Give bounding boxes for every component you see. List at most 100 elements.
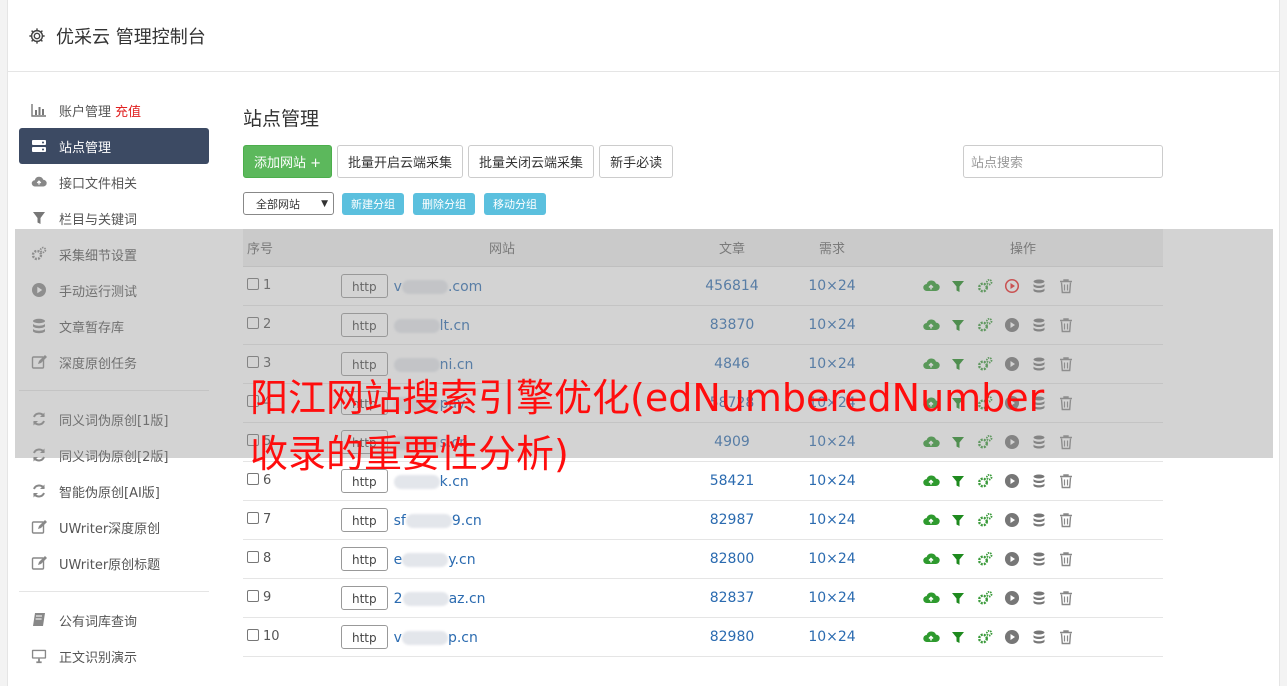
cloud-upload-icon[interactable]	[922, 628, 940, 646]
http-protocol-button[interactable]: http	[341, 585, 388, 610]
table-row: 8 http e y.cn 82800 10×24	[243, 539, 1163, 579]
http-protocol-button[interactable]: http	[341, 546, 388, 571]
http-protocol-button[interactable]: http	[341, 624, 388, 649]
sidebar-item-label: 站点管理	[59, 140, 112, 156]
delete-group-button[interactable]: 删除分组	[413, 192, 475, 215]
database-icon[interactable]	[1030, 628, 1048, 646]
sidebar-item-label: 接口文件相关	[59, 176, 138, 192]
sidebar-item-label: 正文识别演示	[59, 650, 138, 666]
row-number: 8	[263, 551, 272, 566]
redacted-blur	[402, 591, 449, 606]
row-checkbox[interactable]	[247, 590, 259, 602]
row-number-cell: 9	[243, 578, 321, 618]
edit-icon	[31, 555, 47, 571]
demand-value[interactable]: 10×24	[781, 578, 883, 618]
row-checkbox[interactable]	[247, 629, 259, 641]
redacted-blur	[401, 630, 448, 645]
cloud-upload-icon[interactable]	[922, 589, 940, 607]
sidebar-item[interactable]: 账户管理 充值	[19, 92, 209, 128]
row-number: 9	[263, 590, 272, 605]
row-number: 7	[263, 512, 272, 527]
sidebar-item[interactable]: UWriter深度原创	[19, 509, 209, 545]
article-count[interactable]: 82800	[683, 539, 781, 579]
overlay-headline: 阳江网站搜索引擎优化(edNumberedNumber收录的重要性分析)	[250, 376, 1045, 476]
sidebar-item-label: UWriter深度原创	[59, 521, 161, 537]
operations-cell	[883, 578, 1163, 618]
add-site-button[interactable]: 添加网站 +	[243, 145, 333, 178]
database-icon[interactable]	[1030, 589, 1048, 607]
site-cell: http 2 az.cn	[321, 578, 683, 618]
batch-close-button[interactable]: 批量关闭云端采集	[468, 145, 595, 178]
move-group-button[interactable]: 移动分组	[484, 192, 546, 215]
database-icon[interactable]	[1030, 550, 1048, 568]
table-row: 10 http v p.cn 82980 10×24	[243, 617, 1163, 657]
new-group-button[interactable]: 新建分组	[342, 192, 404, 215]
chevron-down-icon: ▼	[321, 198, 328, 209]
site-domain-link[interactable]: 2 az.cn	[394, 591, 486, 607]
recharge-link[interactable]: 充值	[115, 101, 141, 120]
monitor-icon	[31, 648, 47, 664]
newbie-guide-button[interactable]: 新手必读	[599, 145, 674, 178]
row-checkbox[interactable]	[247, 512, 259, 524]
article-count[interactable]: 82987	[683, 500, 781, 540]
cloud-upload-icon	[31, 174, 47, 190]
row-checkbox[interactable]	[247, 551, 259, 563]
trash-icon[interactable]	[1057, 550, 1075, 568]
cogs-icon[interactable]	[976, 550, 994, 568]
server-icon	[31, 138, 47, 154]
group-toolbar: 全部网站 ▼ 新建分组 删除分组 移动分组	[243, 192, 1168, 215]
cogs-icon[interactable]	[976, 628, 994, 646]
sidebar-item[interactable]: UWriter原创标题	[19, 545, 209, 581]
cogs-icon[interactable]	[976, 589, 994, 607]
play-circle-icon[interactable]	[1003, 628, 1021, 646]
site-domain-prefix: sf	[393, 512, 406, 529]
database-icon[interactable]	[1030, 511, 1048, 529]
trash-icon[interactable]	[1057, 511, 1075, 529]
operations-cell	[883, 617, 1163, 657]
table-row: 9 http 2 az.cn 82837 10×24	[243, 578, 1163, 618]
site-domain-suffix: 9.cn	[451, 512, 482, 529]
operations-cell	[883, 500, 1163, 540]
article-count[interactable]: 82980	[683, 617, 781, 657]
demand-value[interactable]: 10×24	[781, 617, 883, 657]
group-select[interactable]: 全部网站 ▼	[243, 192, 334, 215]
cloud-upload-icon[interactable]	[922, 511, 940, 529]
bar-chart-icon	[31, 102, 47, 118]
filter-icon[interactable]	[949, 628, 967, 646]
article-count[interactable]: 82837	[683, 578, 781, 618]
demand-value[interactable]: 10×24	[781, 539, 883, 579]
cogs-icon[interactable]	[976, 511, 994, 529]
toolbar: 添加网站 + 批量开启云端采集 批量关闭云端采集 新手必读 站点搜索	[243, 145, 1168, 178]
cloud-upload-icon[interactable]	[922, 550, 940, 568]
sidebar-item[interactable]: 正文识别演示	[19, 638, 209, 674]
site-domain-link[interactable]: v p.cn	[394, 630, 478, 646]
sidebar-item[interactable]: 接口文件相关	[19, 164, 209, 200]
sidebar-item-label: 账户管理	[59, 104, 112, 120]
play-circle-icon[interactable]	[1003, 550, 1021, 568]
batch-open-button[interactable]: 批量开启云端采集	[337, 145, 464, 178]
sidebar-item[interactable]: 智能伪原创[AI版]	[19, 473, 209, 509]
play-circle-icon[interactable]	[1003, 589, 1021, 607]
table-row: 7 http sf 9.cn 82987 10×24	[243, 500, 1163, 540]
http-protocol-button[interactable]: http	[341, 507, 388, 532]
trash-icon[interactable]	[1057, 589, 1075, 607]
sidebar-item[interactable]: 公有词库查询	[19, 602, 209, 638]
row-number-cell: 10	[243, 617, 321, 657]
site-domain-link[interactable]: e y.cn	[394, 552, 476, 568]
demand-value[interactable]: 10×24	[781, 500, 883, 540]
app-title: 优采云 管理控制台	[56, 26, 206, 48]
filter-icon[interactable]	[949, 550, 967, 568]
filter-icon[interactable]	[949, 511, 967, 529]
trash-icon[interactable]	[1057, 628, 1075, 646]
site-domain-suffix: p.cn	[447, 629, 478, 646]
site-domain-link[interactable]: sf 9.cn	[394, 513, 482, 529]
sidebar-item[interactable]: 站点管理	[19, 128, 209, 164]
operations-cell	[883, 539, 1163, 579]
site-domain-prefix: 2	[393, 590, 403, 607]
site-search-input[interactable]: 站点搜索	[963, 145, 1163, 178]
site-cell: http sf 9.cn	[321, 500, 683, 540]
play-circle-icon[interactable]	[1003, 511, 1021, 529]
refresh-icon	[31, 483, 47, 499]
filter-icon[interactable]	[949, 589, 967, 607]
header: 优采云 管理控制台	[8, 0, 1279, 72]
